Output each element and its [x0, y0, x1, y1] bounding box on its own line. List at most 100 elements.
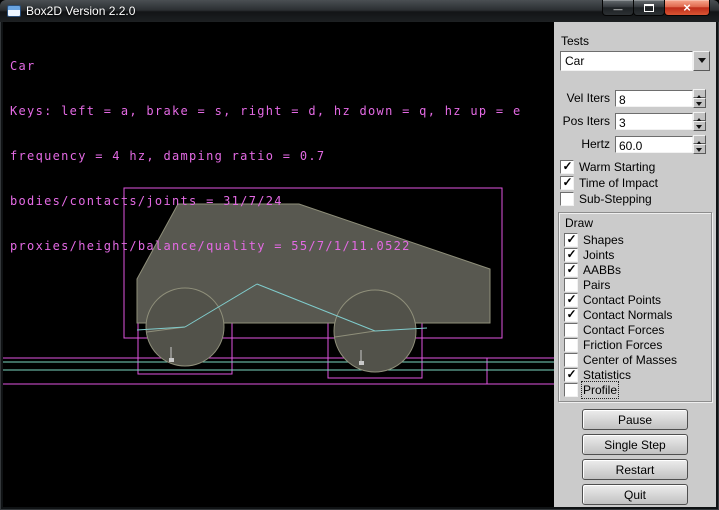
check-icon: ✓	[565, 247, 578, 261]
hertz-input[interactable]: 60.0	[615, 136, 693, 153]
center-of-masses-label: Center of Masses	[583, 353, 677, 367]
checkbox-row-center-of-masses[interactable]: Center of Masses	[564, 352, 711, 367]
control-panel: Tests Car Vel Iters 8 Pos Iters 3	[554, 22, 716, 507]
checkbox-row-pairs[interactable]: Pairs	[564, 277, 711, 292]
contact-points-label: Contact Points	[583, 293, 661, 307]
vel-iters-up-button[interactable]	[693, 89, 706, 99]
check-icon: ✓	[565, 307, 578, 321]
contact-point-left	[169, 358, 174, 362]
sub-stepping-label: Sub-Stepping	[579, 192, 652, 206]
shapes-label: Shapes	[583, 233, 624, 247]
draw-group: Draw ✓ Shapes ✓ Joints ✓ AABBs Pairs	[558, 212, 712, 402]
checkbox-row-statistics[interactable]: ✓ Statistics	[564, 367, 711, 382]
profile-checkbox[interactable]	[564, 383, 578, 397]
tests-label: Tests	[561, 34, 716, 48]
pos-iters-up-button[interactable]	[693, 112, 706, 122]
center-of-masses-checkbox[interactable]	[564, 353, 578, 367]
quit-button[interactable]: Quit	[582, 484, 688, 505]
close-icon: ×	[683, 1, 691, 14]
checkbox-row-profile[interactable]: Profile	[564, 382, 711, 397]
test-select-value[interactable]: Car	[560, 51, 693, 71]
hertz-label: Hertz	[562, 137, 615, 151]
shapes-checkbox[interactable]: ✓	[564, 233, 578, 247]
check-icon: ✓	[565, 232, 578, 246]
checkbox-row-aabbs[interactable]: ✓ AABBs	[564, 262, 711, 277]
pairs-checkbox[interactable]	[564, 278, 578, 292]
time-of-impact-checkbox[interactable]: ✓	[560, 176, 574, 190]
app-window: Box2D Version 2.2.0 — × Car Keys: left =…	[0, 0, 719, 510]
single-step-button[interactable]: Single Step	[582, 434, 688, 455]
hertz-spinner	[693, 135, 706, 154]
warm-starting-label: Warm Starting	[579, 160, 655, 174]
window-title: Box2D Version 2.2.0	[26, 4, 135, 18]
minimize-button[interactable]: —	[602, 0, 634, 16]
checkbox-row-time-of-impact[interactable]: ✓ Time of Impact	[560, 175, 716, 191]
stats-bodies-line: bodies/contacts/joints = 31/7/24	[10, 194, 521, 209]
friction-forces-label: Friction Forces	[583, 338, 662, 352]
statistics-label: Statistics	[583, 368, 631, 382]
pos-iters-input[interactable]: 3	[615, 113, 693, 130]
checkbox-row-friction-forces[interactable]: Friction Forces	[564, 337, 711, 352]
vel-iters-down-button[interactable]	[693, 98, 706, 108]
vel-iters-spinner	[693, 89, 706, 108]
contact-forces-label: Contact Forces	[583, 323, 664, 337]
checkbox-row-sub-stepping[interactable]: Sub-Stepping	[560, 191, 716, 207]
aabbs-label: AABBs	[583, 263, 621, 277]
hertz-up-button[interactable]	[693, 135, 706, 145]
minimize-icon: —	[614, 5, 623, 14]
pos-iters-row: Pos Iters 3	[562, 111, 706, 131]
caption-buttons: — ×	[603, 0, 710, 16]
contact-points-checkbox[interactable]: ✓	[564, 293, 578, 307]
pairs-label: Pairs	[583, 278, 610, 292]
chevron-down-icon	[698, 58, 706, 67]
stats-keys-line: Keys: left = a, brake = s, right = d, hz…	[10, 104, 521, 119]
check-icon: ✓	[565, 292, 578, 306]
draw-group-title: Draw	[565, 216, 711, 230]
statistics-overlay: Car Keys: left = a, brake = s, right = d…	[10, 29, 521, 284]
sub-stepping-checkbox[interactable]	[560, 192, 574, 206]
pause-button[interactable]: Pause	[582, 409, 688, 430]
solver-options: ✓ Warm Starting ✓ Time of Impact Sub-Ste…	[554, 159, 716, 207]
check-icon: ✓	[565, 367, 578, 381]
checkbox-row-shapes[interactable]: ✓ Shapes	[564, 232, 711, 247]
pos-iters-down-button[interactable]	[693, 121, 706, 131]
profile-label: Profile	[583, 383, 617, 397]
hertz-row: Hertz 60.0	[562, 134, 706, 154]
app-icon	[7, 5, 21, 17]
contact-normals-checkbox[interactable]: ✓	[564, 308, 578, 322]
simulation-canvas[interactable]: Car Keys: left = a, brake = s, right = d…	[3, 22, 554, 507]
checkbox-row-joints[interactable]: ✓ Joints	[564, 247, 711, 262]
vel-iters-row: Vel Iters 8	[562, 88, 706, 108]
vel-iters-input[interactable]: 8	[615, 90, 693, 107]
checkbox-row-contact-normals[interactable]: ✓ Contact Normals	[564, 307, 711, 322]
vel-iters-label: Vel Iters	[562, 91, 615, 105]
check-icon: ✓	[561, 159, 574, 173]
close-button[interactable]: ×	[664, 0, 710, 16]
stats-test-title: Car	[10, 59, 521, 74]
contact-point-right	[359, 361, 364, 365]
test-select[interactable]: Car	[560, 51, 710, 71]
stats-frequency-line: frequency = 4 hz, damping ratio = 0.7	[10, 149, 521, 164]
checkbox-row-warm-starting[interactable]: ✓ Warm Starting	[560, 159, 716, 175]
check-icon: ✓	[565, 262, 578, 276]
joints-checkbox[interactable]: ✓	[564, 248, 578, 262]
test-select-dropdown-button[interactable]	[693, 51, 710, 71]
restart-button[interactable]: Restart	[582, 459, 688, 480]
statistics-checkbox[interactable]: ✓	[564, 368, 578, 382]
maximize-icon	[644, 4, 654, 12]
friction-forces-checkbox[interactable]	[564, 338, 578, 352]
joints-label: Joints	[583, 248, 614, 262]
warm-starting-checkbox[interactable]: ✓	[560, 160, 574, 174]
time-of-impact-label: Time of Impact	[579, 176, 658, 190]
checkbox-row-contact-forces[interactable]: Contact Forces	[564, 322, 711, 337]
hertz-down-button[interactable]	[693, 144, 706, 154]
titlebar[interactable]: Box2D Version 2.2.0 — ×	[0, 0, 719, 22]
action-buttons: Pause Single Step Restart Quit	[554, 409, 716, 507]
contact-forces-checkbox[interactable]	[564, 323, 578, 337]
spinner-section: Vel Iters 8 Pos Iters 3 Hert	[554, 88, 716, 154]
aabbs-checkbox[interactable]: ✓	[564, 263, 578, 277]
maximize-button[interactable]	[633, 0, 665, 16]
stats-proxies-line: proxies/height/balance/quality = 55/7/1/…	[10, 239, 521, 254]
checkbox-row-contact-points[interactable]: ✓ Contact Points	[564, 292, 711, 307]
contact-normals-label: Contact Normals	[583, 308, 672, 322]
